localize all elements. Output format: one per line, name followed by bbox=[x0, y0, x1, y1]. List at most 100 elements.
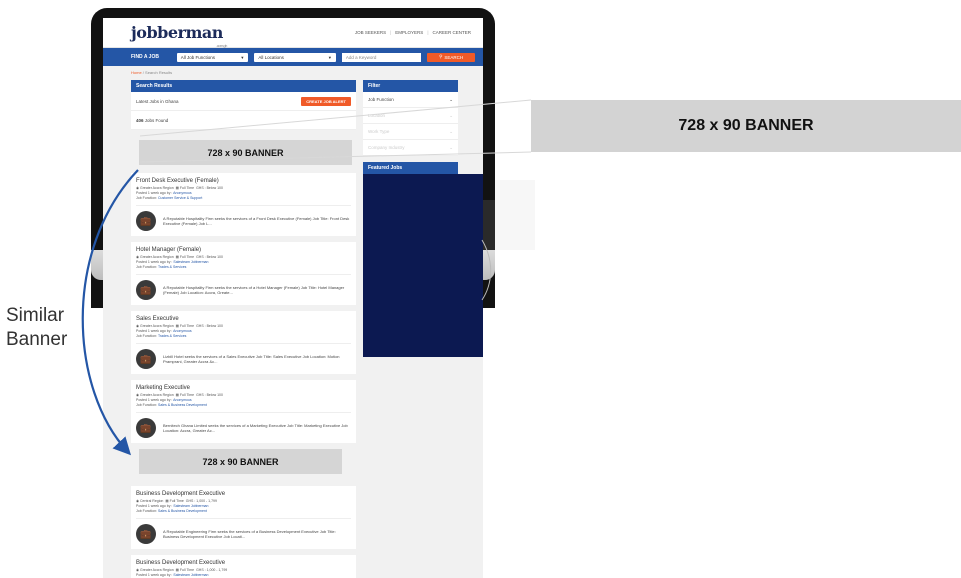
annotation-line-1: Similar bbox=[6, 305, 65, 326]
breadcrumb-current: Search Results bbox=[145, 70, 173, 75]
job-function-link[interactable]: Sales & Business Development bbox=[158, 509, 207, 513]
chevron-down-icon: ⌄ bbox=[449, 144, 453, 150]
job-summary: 💼 A Reputable Hospitality Firm seeks the … bbox=[136, 274, 351, 305]
job-salary: GHS : 1,000 - 1,799 bbox=[185, 499, 217, 503]
find-job-label: FIND A JOB bbox=[131, 54, 159, 60]
posted-label: Posted 1 week ago by : bbox=[136, 329, 173, 333]
featured-jobs-header: Featured Jobs bbox=[363, 162, 458, 174]
job-poster[interactable]: Salesteam Jobberman bbox=[173, 260, 208, 264]
job-function-select[interactable]: All Job Functions ▼ bbox=[176, 52, 249, 62]
job-list: Front Desk Executive (Female) ◉ Greater A… bbox=[131, 173, 356, 578]
create-job-alert-button[interactable]: CREATE JOB ALERT bbox=[301, 96, 351, 106]
breadcrumb-home[interactable]: Home bbox=[131, 70, 142, 75]
job-salary: GHS : Below 100 bbox=[196, 186, 223, 190]
search-bar: FIND A JOB All Job Functions ▼ All Locat… bbox=[103, 48, 483, 66]
job-title[interactable]: Sales Executive bbox=[136, 316, 351, 322]
job-title[interactable]: Marketing Executive bbox=[136, 385, 351, 391]
job-title[interactable]: Business Development Executive bbox=[136, 491, 351, 497]
briefcase-icon: 💼 bbox=[136, 280, 156, 300]
filter-location[interactable]: Location ⌄ bbox=[363, 108, 458, 124]
filter-job-function[interactable]: Job Function ⌄ bbox=[363, 92, 458, 108]
job-card[interactable]: Marketing Executive ◉ Greater Accra Regio… bbox=[131, 380, 356, 443]
annotation-line-2: Banner bbox=[6, 329, 68, 350]
location-value: All Locations bbox=[258, 54, 284, 60]
results-header: Search Results bbox=[131, 80, 356, 92]
chevron-down-icon: ⌄ bbox=[449, 128, 453, 134]
screen-side-highlight bbox=[495, 180, 535, 250]
posted-label: Posted 1 week ago by : bbox=[136, 191, 173, 195]
job-function-link[interactable]: Trades & Services bbox=[158, 265, 186, 269]
nav-career-center[interactable]: CAREER CENTER bbox=[432, 30, 471, 35]
filter-label: Job Function bbox=[368, 97, 394, 102]
jobs-count-number: 406 bbox=[136, 117, 144, 123]
banner-placeholder-top: 728 x 90 BANNER bbox=[139, 140, 352, 165]
job-function: Job Function: Sales & Business Developme… bbox=[136, 403, 351, 408]
job-location: Greater Accra Region bbox=[140, 186, 174, 190]
function-label: Job Function: bbox=[136, 403, 158, 407]
job-type: Full Time bbox=[179, 568, 195, 572]
job-function: Job Function: Customer Service & Support bbox=[136, 196, 351, 201]
job-location: Greater Accra Region bbox=[140, 255, 174, 259]
job-poster[interactable]: Anonymous bbox=[173, 191, 191, 195]
logo-text: jobberman bbox=[131, 23, 223, 42]
job-poster[interactable]: Salesteam Jobberman bbox=[173, 573, 208, 577]
laptop-screen: jobberman .com.gh JOB SEEKERS | EMPLOYER… bbox=[103, 18, 483, 578]
job-description: Lizbill Hotel seeks the services of a Sa… bbox=[163, 353, 340, 365]
briefcase-icon: 💼 bbox=[136, 418, 156, 438]
logo-suffix: .com.gh bbox=[216, 43, 227, 48]
filter-company-industry[interactable]: Company Industry ⌄ bbox=[363, 140, 458, 156]
job-card[interactable]: Hotel Manager (Female) ◉ Greater Accra Re… bbox=[131, 242, 356, 305]
job-card[interactable]: Business Development Executive ◉ Greater … bbox=[131, 555, 356, 578]
job-card[interactable]: Front Desk Executive (Female) ◉ Greater A… bbox=[131, 173, 356, 236]
job-title[interactable]: Hotel Manager (Female) bbox=[136, 247, 351, 253]
job-card[interactable]: Sales Executive ◉ Greater Accra Region ▦ … bbox=[131, 311, 356, 374]
job-type: Full Time bbox=[179, 393, 195, 397]
filter-label: Location bbox=[368, 113, 386, 118]
job-title[interactable]: Business Development Executive bbox=[136, 560, 351, 566]
briefcase-icon: 💼 bbox=[136, 524, 156, 544]
job-card[interactable]: Business Development Executive ◉ Central … bbox=[131, 486, 356, 549]
chevron-down-icon: ⌄ bbox=[449, 112, 453, 118]
presentation-stage: jobberman .com.gh JOB SEEKERS | EMPLOYER… bbox=[0, 0, 961, 578]
job-poster[interactable]: Salesteam Jobberman bbox=[173, 504, 208, 508]
job-location: Greater Accra Region bbox=[140, 393, 174, 397]
jobs-count-row: 406 Jobs Found bbox=[131, 111, 356, 130]
location-select[interactable]: All Locations ▼ bbox=[254, 52, 336, 62]
job-type: Full Time bbox=[169, 499, 184, 503]
job-function: Job Function: Trades & Services bbox=[136, 334, 351, 339]
job-function-link[interactable]: Trades & Services bbox=[158, 334, 186, 338]
filter-header: Filter bbox=[363, 80, 458, 92]
featured-jobs-ad-box bbox=[363, 174, 483, 357]
job-location: Greater Accra Region bbox=[140, 324, 174, 328]
search-button[interactable]: ⚲ SEARCH bbox=[427, 52, 475, 62]
nav-job-seekers[interactable]: JOB SEEKERS bbox=[355, 30, 386, 35]
function-label: Job Function: bbox=[136, 196, 158, 200]
filter-column: Filter Job Function ⌄ Location ⌄ Work Ty… bbox=[363, 80, 483, 357]
job-function-link[interactable]: Customer Service & Support bbox=[158, 196, 202, 200]
latest-jobs-label: Latest Jobs in Ghana bbox=[136, 98, 179, 104]
job-summary: 💼 A Reputable Hospitality Firm seeks the … bbox=[136, 205, 351, 236]
filter-work-type[interactable]: Work Type ⌄ bbox=[363, 124, 458, 140]
job-poster[interactable]: Anonymous bbox=[173, 398, 191, 402]
job-salary: GHS : Below 100 bbox=[196, 255, 223, 259]
chevron-down-icon: ⌄ bbox=[449, 96, 453, 102]
search-button-label: SEARCH bbox=[444, 54, 464, 60]
job-description: A Reputable Engineering Firm seeks the s… bbox=[163, 528, 336, 540]
job-title[interactable]: Front Desk Executive (Female) bbox=[136, 178, 351, 184]
job-description: Bernitech Ghana Limited seeks the servic… bbox=[163, 422, 348, 434]
job-poster[interactable]: Anonymous bbox=[173, 329, 191, 333]
breadcrumb: Home / Search Results bbox=[103, 66, 483, 78]
nav-separator: | bbox=[427, 30, 429, 35]
banner-placeholder-bottom: 728 x 90 BANNER bbox=[139, 449, 342, 474]
posted-label: Posted 1 week ago by : bbox=[136, 504, 173, 508]
nav-employers[interactable]: EMPLOYERS bbox=[395, 30, 423, 35]
function-label: Job Function: bbox=[136, 334, 158, 338]
job-function-link[interactable]: Sales & Business Development bbox=[158, 403, 207, 407]
banner-callout: 728 x 90 BANNER bbox=[531, 100, 961, 152]
site-header: jobberman .com.gh JOB SEEKERS | EMPLOYER… bbox=[103, 18, 483, 48]
job-salary: GHS : Below 100 bbox=[196, 393, 223, 397]
function-label: Job Function: bbox=[136, 509, 158, 513]
keyword-input[interactable]: Add a Keyword bbox=[341, 52, 422, 62]
site-logo[interactable]: jobberman .com.gh bbox=[131, 23, 227, 48]
job-summary: 💼 Lizbill Hotel seeks the services of a S… bbox=[136, 343, 351, 374]
